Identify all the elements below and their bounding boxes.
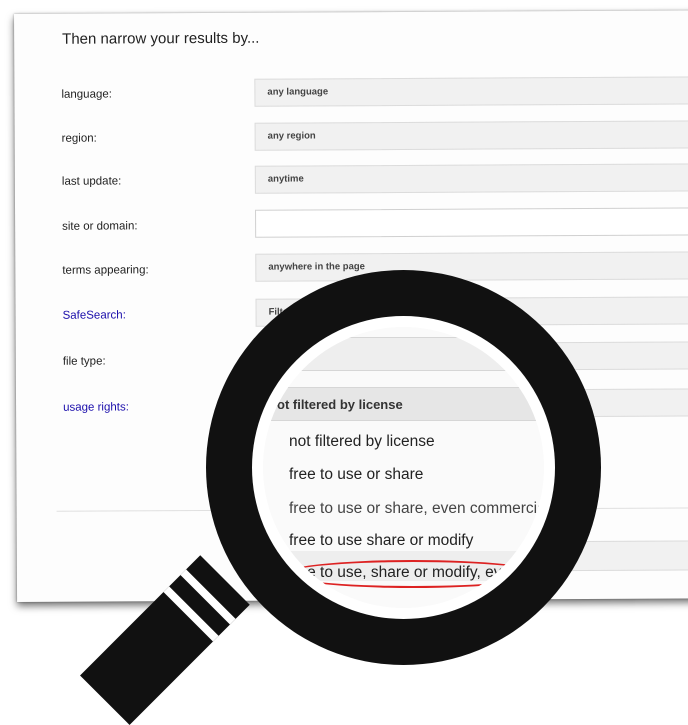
terms-appearing-select[interactable]: anywhere in the page bbox=[255, 251, 688, 282]
file-type-label: file type: bbox=[62, 355, 106, 368]
option-free-use-share[interactable]: free to use or share bbox=[289, 466, 423, 484]
last-update-select[interactable]: anytime bbox=[254, 163, 688, 194]
section-heading: Then narrow your results by... bbox=[62, 29, 260, 48]
magnifier-lens: at ot filtered by license not filtered b… bbox=[263, 327, 544, 608]
option-free-use-share-commercial[interactable]: free to use or share, even commercial bbox=[289, 500, 544, 518]
site-domain-label: site or domain: bbox=[62, 220, 138, 233]
terms-appearing-label: terms appearing: bbox=[62, 264, 149, 277]
option-not-filtered[interactable]: not filtered by license bbox=[289, 433, 435, 451]
usage-rights-link[interactable]: usage rights: bbox=[63, 401, 129, 413]
site-domain-input[interactable] bbox=[255, 207, 688, 238]
highlight-circle bbox=[283, 560, 543, 588]
last-update-label: last update: bbox=[61, 175, 122, 188]
usage-rights-zoomed-select[interactable]: ot filtered by license bbox=[263, 387, 544, 421]
file-type-zoomed: at bbox=[263, 337, 544, 371]
region-label: region: bbox=[61, 132, 97, 145]
option-free-use-share-modify[interactable]: free to use share or modify bbox=[289, 532, 473, 550]
region-select[interactable]: any region bbox=[254, 120, 688, 151]
safesearch-link[interactable]: SafeSearch: bbox=[63, 309, 126, 321]
language-label: language: bbox=[61, 88, 112, 101]
language-select[interactable]: any language bbox=[254, 76, 688, 107]
